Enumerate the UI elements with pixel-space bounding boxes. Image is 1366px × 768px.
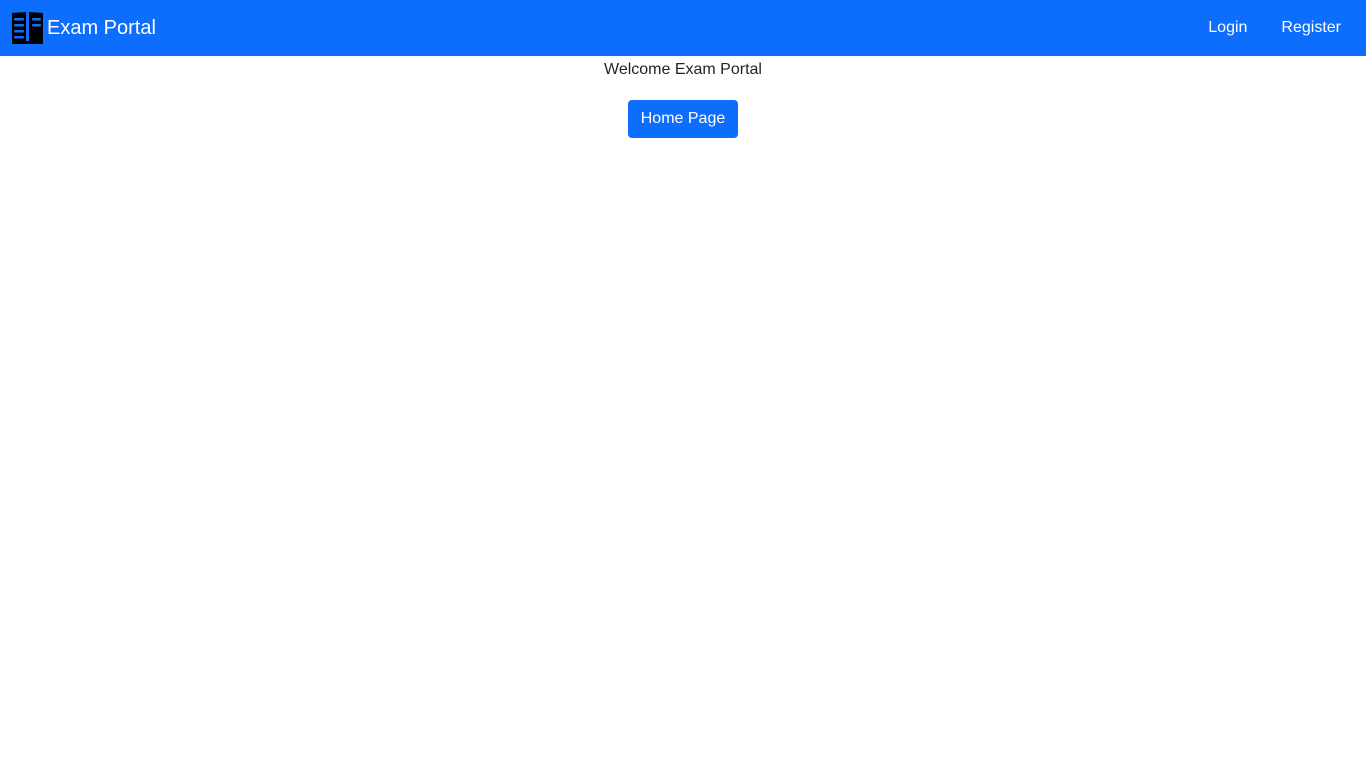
- home-page-button[interactable]: Home Page: [628, 100, 738, 138]
- brand-title: Exam Portal: [47, 17, 156, 39]
- login-link[interactable]: Login: [1208, 19, 1247, 37]
- welcome-text: Welcome Exam Portal: [604, 61, 762, 78]
- brand-link[interactable]: Exam Portal: [12, 12, 156, 44]
- book-icon: [12, 12, 43, 44]
- register-link[interactable]: Register: [1281, 19, 1341, 37]
- nav-links: Login Register: [1208, 0, 1341, 56]
- navbar: Exam Portal Login Register: [0, 0, 1366, 56]
